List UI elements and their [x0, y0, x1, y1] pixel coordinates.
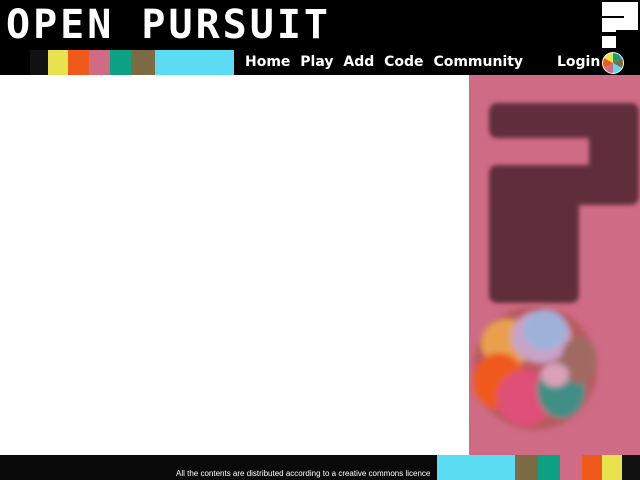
- license-notice: All the contents are distributed accordi…: [176, 469, 431, 478]
- nav-bar: Home Play Add Code Community Login: [0, 50, 640, 75]
- page: OPEN PURSUIT Home Play Add Code Communit…: [0, 0, 640, 480]
- color-wheel-icon[interactable]: [600, 51, 626, 75]
- footer-swatch-olive: [515, 455, 538, 480]
- nav-add-link[interactable]: Add: [343, 54, 374, 70]
- question-mark-logo-icon[interactable]: [600, 2, 640, 48]
- color-swatch-olive: [131, 50, 155, 75]
- footer-swatch-orange: [582, 455, 602, 480]
- color-swatch-black: [30, 50, 48, 75]
- color-swatch-yellow: [48, 50, 68, 75]
- question-mark-ball-illustration: [473, 103, 639, 430]
- main-nav: Home Play Add Code Community: [245, 50, 528, 75]
- color-swatch-orange: [68, 50, 89, 75]
- footer-swatch-black: [622, 455, 640, 480]
- color-swatch-cyan: [155, 50, 234, 75]
- footer-swatch-yellow: [602, 455, 622, 480]
- nav-code-link[interactable]: Code: [384, 54, 423, 70]
- main-content: [0, 75, 469, 455]
- color-swatch-teal: [110, 50, 131, 75]
- site-logo-text[interactable]: OPEN PURSUIT: [6, 2, 331, 48]
- nav-home-link[interactable]: Home: [245, 54, 290, 70]
- footer-swatch-cyan: [437, 455, 515, 480]
- login-link[interactable]: Login: [557, 50, 600, 75]
- header: OPEN PURSUIT: [0, 0, 640, 50]
- footer-swatch-pink: [560, 455, 582, 480]
- footer-swatch-teal: [538, 455, 560, 480]
- nav-play-link[interactable]: Play: [300, 54, 333, 70]
- side-panel: [469, 75, 640, 455]
- footer: All the contents are distributed accordi…: [0, 455, 640, 480]
- nav-community-link[interactable]: Community: [433, 54, 523, 70]
- color-swatch-pink: [89, 50, 110, 75]
